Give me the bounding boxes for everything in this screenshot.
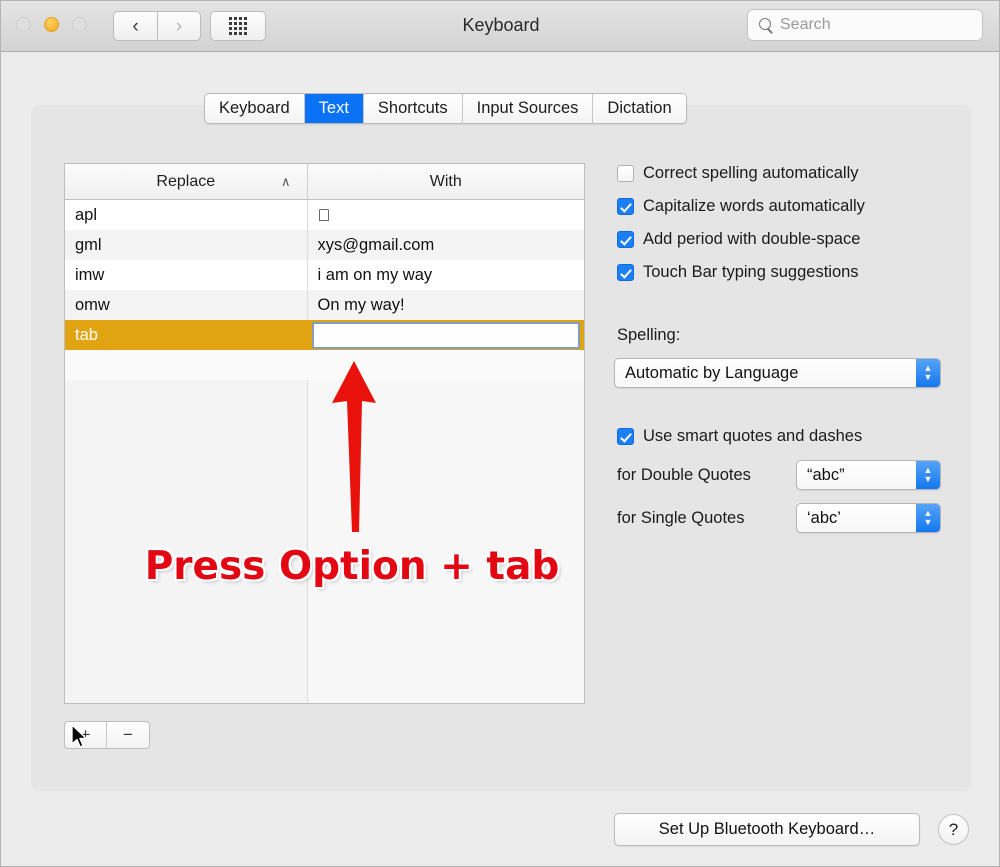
- stepper-arrows-icon[interactable]: ▲ ▼: [916, 504, 940, 532]
- table-row-selected[interactable]: tab: [65, 320, 584, 350]
- search-placeholder: Search: [780, 16, 831, 33]
- column-header-with-label: With: [429, 172, 462, 190]
- apple-logo-icon: : [318, 207, 331, 224]
- cell-with: xys@gmail.com: [317, 235, 435, 254]
- tab-dictation[interactable]: Dictation: [593, 94, 686, 123]
- checkbox-correct-spelling[interactable]: Correct spelling automatically: [617, 164, 859, 183]
- checkbox-label: Add period with double-space: [643, 230, 861, 248]
- checkbox-label: Correct spelling automatically: [643, 164, 859, 182]
- stepper-arrows-icon[interactable]: ▲ ▼: [916, 359, 940, 387]
- red-up-arrow-annotation: [332, 361, 376, 532]
- table-empty-left: [65, 380, 308, 703]
- cell-with: : [308, 200, 584, 230]
- search-icon: [758, 17, 774, 33]
- tab-keyboard[interactable]: Keyboard: [205, 94, 305, 123]
- search-field[interactable]: Search: [747, 9, 983, 41]
- cell-with: [307, 320, 584, 350]
- checkbox-label: Touch Bar typing suggestions: [643, 263, 859, 281]
- double-quotes-value: “abc”: [807, 465, 845, 484]
- checkbox-label: Use smart quotes and dashes: [643, 427, 863, 445]
- checkbox-box[interactable]: [617, 428, 634, 445]
- spelling-popup-button[interactable]: Automatic by Language ▲ ▼: [614, 358, 941, 388]
- keyboard-preferences-window: ‹ › Keyboard Search Keyboard Text Shortc…: [0, 0, 1000, 867]
- annotation-text: Press Option + tab: [144, 544, 560, 589]
- add-remove-button-group: + −: [64, 721, 150, 749]
- table-row[interactable]: apl : [65, 200, 584, 230]
- checkbox-label: Capitalize words automatically: [643, 197, 865, 215]
- cell-with: i am on my way: [317, 265, 433, 284]
- column-header-replace[interactable]: Replace ∧: [65, 164, 308, 199]
- checkbox-smart-quotes[interactable]: Use smart quotes and dashes: [617, 427, 862, 446]
- checkbox-box[interactable]: [617, 231, 634, 248]
- checkbox-add-period[interactable]: Add period with double-space: [617, 230, 860, 249]
- cell-replace: tab: [65, 320, 308, 350]
- help-button[interactable]: ?: [938, 814, 969, 845]
- double-quotes-label: for Double Quotes: [617, 466, 751, 484]
- remove-replacement-button[interactable]: −: [107, 722, 149, 748]
- cell-replace: omw: [65, 290, 308, 320]
- with-value-input[interactable]: [311, 321, 580, 349]
- checkbox-box[interactable]: [617, 198, 634, 215]
- cell-replace: apl: [65, 200, 308, 230]
- table-row[interactable]: omw On my way!: [65, 290, 584, 320]
- tab-bar: Keyboard Text Shortcuts Input Sources Di…: [204, 93, 687, 124]
- window-titlebar: ‹ › Keyboard Search: [1, 1, 999, 52]
- spelling-label: Spelling:: [617, 326, 681, 344]
- single-quotes-label: for Single Quotes: [617, 509, 745, 527]
- checkbox-capitalize-words[interactable]: Capitalize words automatically: [617, 197, 865, 216]
- add-replacement-button[interactable]: +: [65, 722, 107, 748]
- column-header-replace-label: Replace: [156, 172, 216, 190]
- single-quotes-value: ‘abc’: [807, 508, 841, 527]
- cell-replace: imw: [65, 260, 308, 290]
- tab-shortcuts[interactable]: Shortcuts: [363, 94, 463, 123]
- table-row[interactable]: imw i am on my way: [65, 260, 584, 290]
- table-row[interactable]: gml xys@gmail.com: [65, 230, 584, 260]
- double-quotes-popup-button[interactable]: “abc” ▲ ▼: [796, 460, 941, 490]
- checkbox-touch-bar-suggestions[interactable]: Touch Bar typing suggestions: [617, 263, 859, 282]
- sort-ascending-icon: ∧: [281, 173, 291, 189]
- single-quotes-popup-button[interactable]: ‘abc’ ▲ ▼: [796, 503, 941, 533]
- checkbox-box[interactable]: [617, 264, 634, 281]
- tab-text[interactable]: Text: [304, 94, 364, 123]
- set-up-bluetooth-keyboard-button[interactable]: Set Up Bluetooth Keyboard…: [614, 813, 920, 846]
- cell-with: On my way!: [317, 295, 405, 314]
- table-header-row: Replace ∧ With: [65, 164, 584, 200]
- tab-input-sources[interactable]: Input Sources: [462, 94, 594, 123]
- stepper-arrows-icon[interactable]: ▲ ▼: [916, 461, 940, 489]
- spelling-popup-value: Automatic by Language: [625, 363, 799, 382]
- column-header-with[interactable]: With: [308, 164, 584, 199]
- checkbox-box[interactable]: [617, 165, 634, 182]
- cell-replace: gml: [65, 230, 308, 260]
